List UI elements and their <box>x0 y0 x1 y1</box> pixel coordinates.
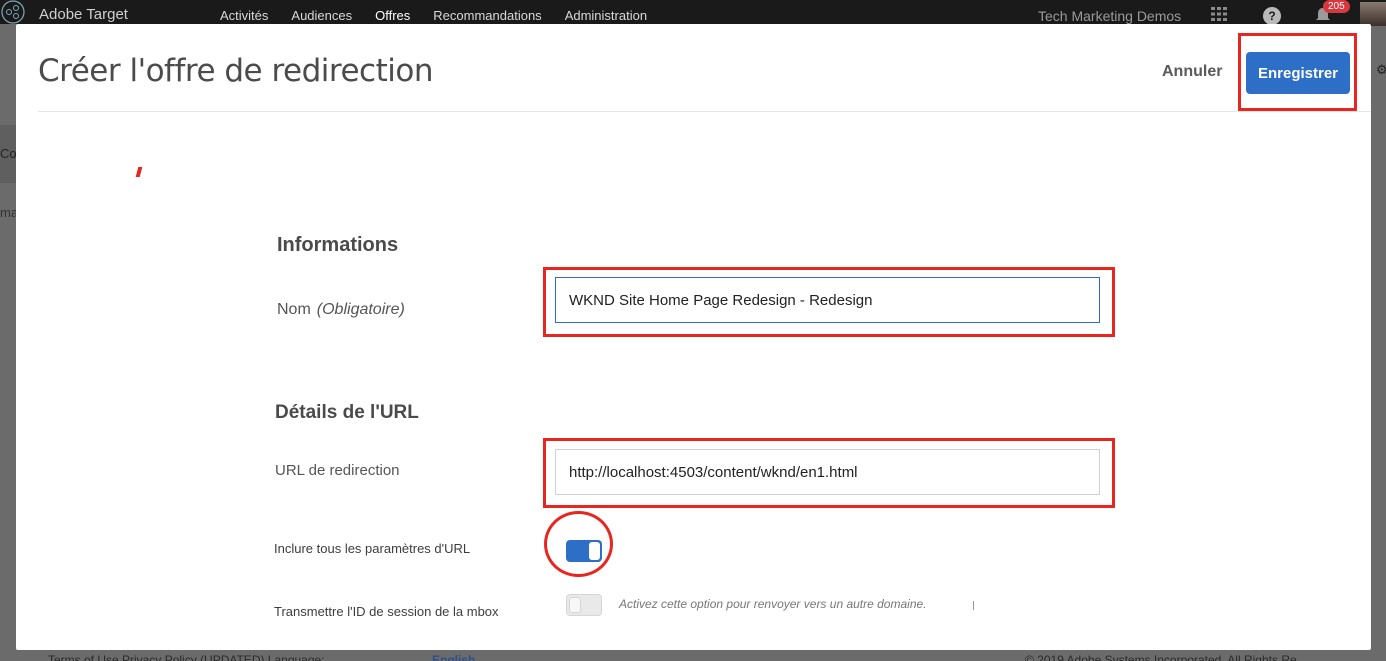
org-switcher[interactable]: Tech Marketing Demos <box>1038 8 1181 24</box>
toggle-highlight-annotation <box>544 511 613 577</box>
redirect-url-label: URL de redirection <box>275 462 400 479</box>
session-id-label: Transmettre l'ID de session de la mbox <box>274 604 499 619</box>
informations-section-title: Informations <box>277 234 399 256</box>
save-highlight-annotation <box>1238 33 1357 111</box>
notification-badge: 205 <box>1323 0 1350 13</box>
include-url-params-label: Inclure tous les paramètres d'URL <box>274 541 471 556</box>
help-icon[interactable]: ? <box>1263 7 1281 25</box>
app-grid-icon[interactable] <box>1210 6 1228 22</box>
name-required-text: (Obligatoire) <box>316 301 405 318</box>
footer-links: Terms of Use Privacy Policy (UPDATED) La… <box>48 653 325 661</box>
name-highlight-annotation <box>543 267 1115 337</box>
language-link[interactable]: English <box>432 653 475 661</box>
nav-item-recommandations[interactable]: Recommandations <box>433 8 541 23</box>
url-highlight-annotation <box>543 438 1115 508</box>
url-details-section-title: Détails de l'URL <box>275 402 419 423</box>
name-label: Nom (Obligatoire) <box>277 301 405 319</box>
adobe-target-logo-icon[interactable] <box>0 0 28 24</box>
cancel-button[interactable]: Annuler <box>1162 63 1222 81</box>
name-label-text: Nom <box>277 301 311 318</box>
gear-icon: ⚙ <box>1376 62 1386 76</box>
session-id-toggle[interactable] <box>566 594 602 616</box>
avatar[interactable] <box>1360 2 1386 26</box>
nav-item-audiences[interactable]: Audiences <box>291 8 352 23</box>
session-id-hint: Activez cette option pour renvoyer vers … <box>619 597 927 611</box>
nav-item-activites[interactable]: Activités <box>220 8 268 23</box>
toggle-knob <box>569 597 581 613</box>
header-divider <box>38 111 1371 112</box>
annotation-mark <box>135 167 143 177</box>
main-nav: Activités Audiences Offres Recommandatio… <box>220 8 647 23</box>
footer: Terms of Use Privacy Policy (UPDATED) La… <box>0 650 1386 661</box>
create-redirect-offer-dialog: Créer l'offre de redirection Annuler Enr… <box>16 24 1371 650</box>
cursor-mark <box>973 601 974 610</box>
top-nav-bar: Adobe Target Activités Audiences Offres … <box>0 0 1386 26</box>
app-name[interactable]: Adobe Target <box>39 6 128 23</box>
copyright-text: © 2019 Adobe Systems Incorporated. All R… <box>1025 653 1297 661</box>
nav-item-administration[interactable]: Administration <box>565 8 647 23</box>
nav-item-offres[interactable]: Offres <box>375 8 410 23</box>
page-title: Créer l'offre de redirection <box>38 53 433 89</box>
